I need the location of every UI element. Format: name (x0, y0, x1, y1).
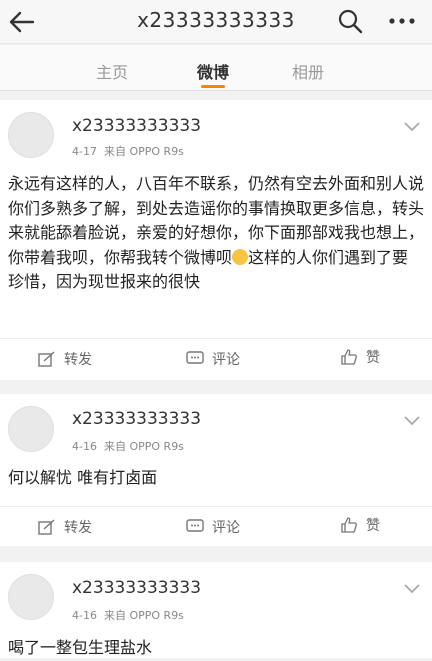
post-meta: 4-16 来自 OPPO R9s (72, 607, 184, 623)
comment-label: 评论 (212, 352, 240, 368)
more-icon[interactable] (386, 7, 418, 35)
post-username[interactable]: x23333333333 (72, 116, 201, 136)
chevron-down-icon[interactable] (402, 582, 422, 596)
tab-home[interactable]: 主页 (82, 59, 142, 83)
post-date: 4-16 (72, 609, 97, 622)
repost-label: 转发 (64, 520, 92, 536)
avatar[interactable] (8, 112, 54, 158)
thumbs-up-icon (341, 517, 357, 533)
avatar[interactable] (8, 574, 54, 620)
repost-icon (38, 351, 55, 367)
post-meta: 4-17 来自 OPPO R9s (72, 143, 184, 159)
repost-button[interactable]: 转发 (38, 349, 92, 369)
profile-tabs: 主页 微博 相册 (0, 45, 432, 91)
post-content: 喝了一整包生理盐水 (8, 638, 153, 657)
comment-button[interactable]: 评论 (186, 349, 240, 369)
post-card: x23333333333 4-17 来自 OPPO R9s 永远有这样的人，八百… (0, 100, 432, 380)
repost-button[interactable]: 转发 (38, 517, 92, 537)
like-button[interactable]: 赞 (340, 515, 380, 535)
divider (0, 338, 432, 339)
post-date: 4-17 (72, 145, 97, 158)
active-tab-indicator (201, 85, 225, 88)
comment-button[interactable]: 评论 (186, 517, 240, 537)
chevron-down-icon[interactable] (402, 120, 422, 134)
like-label: 赞 (366, 350, 380, 366)
top-bar: x23333333333 (0, 0, 432, 44)
post-source: 来自 OPPO R9s (103, 145, 184, 158)
comment-icon (186, 519, 204, 532)
search-icon[interactable] (336, 7, 364, 35)
tab-weibo[interactable]: 微博 (183, 59, 243, 83)
comment-icon (186, 351, 204, 364)
chevron-down-icon[interactable] (402, 414, 422, 428)
post-source: 来自 OPPO R9s (103, 609, 184, 622)
repost-label: 转发 (64, 352, 92, 368)
like-label: 赞 (366, 518, 380, 534)
post-content: 永远有这样的人，八百年不联系，仍然有空去外面和别人说你们多熟多了解，到处去造谣你… (8, 174, 425, 291)
tab-album[interactable]: 相册 (278, 59, 338, 83)
post-card: x23333333333 4-16 来自 OPPO R9s 喝了一整包生理盐水 (0, 562, 432, 658)
emoji-icon (232, 248, 249, 265)
repost-icon (38, 519, 55, 535)
post-username[interactable]: x23333333333 (72, 409, 201, 429)
post-content: 何以解忧 唯有打卤面 (8, 468, 158, 487)
post-date: 4-16 (72, 440, 97, 453)
post-meta: 4-16 来自 OPPO R9s (72, 438, 184, 454)
like-button[interactable]: 赞 (340, 347, 380, 367)
post-source: 来自 OPPO R9s (103, 440, 184, 453)
post-username[interactable]: x23333333333 (72, 578, 201, 598)
post-card: x23333333333 4-16 来自 OPPO R9s 何以解忧 唯有打卤面… (0, 394, 432, 546)
comment-label: 评论 (212, 520, 240, 536)
divider (0, 506, 432, 507)
thumbs-up-icon (341, 349, 357, 365)
avatar[interactable] (8, 406, 54, 452)
page-title: x23333333333 (137, 8, 295, 32)
